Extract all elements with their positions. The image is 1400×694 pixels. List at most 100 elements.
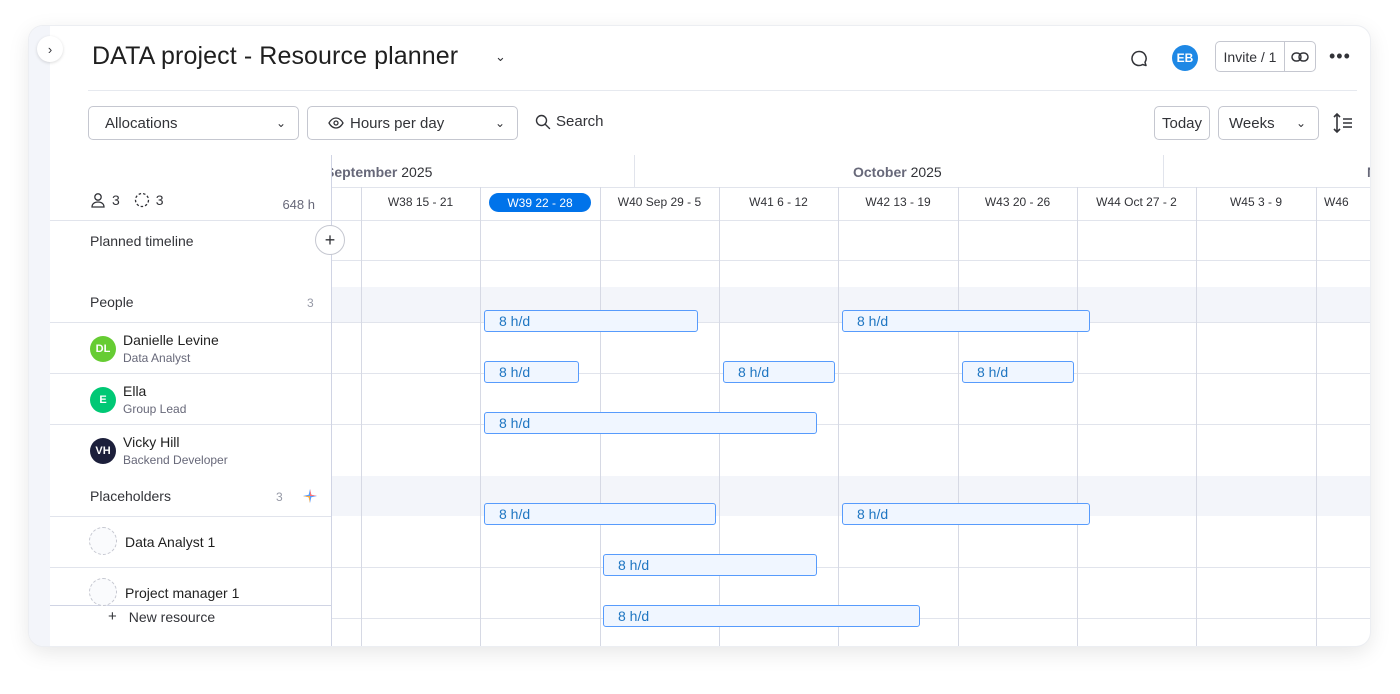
resource-counts: 3 3 — [90, 192, 164, 208]
chevron-down-icon: ⌄ — [494, 116, 505, 130]
chat-icon[interactable] — [1128, 48, 1150, 70]
month-year: 2025 — [910, 164, 942, 180]
search-icon — [535, 114, 551, 129]
placeholder-avatar — [89, 527, 117, 555]
sparkle-icon[interactable] — [302, 488, 318, 504]
invite-button[interactable]: Invite / 1 — [1216, 42, 1285, 71]
month-name: October — [853, 164, 907, 180]
invite-group: Invite / 1 — [1215, 41, 1316, 72]
month-divider — [1163, 155, 1164, 187]
resource-sidebar: 3 3 648 h Planned timeline People 3 DL D… — [50, 155, 332, 646]
group-count-people: 3 — [307, 296, 314, 310]
divider — [50, 605, 331, 606]
divider — [331, 567, 1370, 568]
today-button[interactable]: Today — [1154, 106, 1210, 140]
timeline: September 2025 October 2025 N W38 15 - 2… — [331, 155, 1370, 646]
allocation-bar[interactable]: 8 h/d — [842, 503, 1090, 525]
add-timeline-button[interactable]: + — [315, 225, 345, 255]
week-gridline — [361, 187, 362, 646]
week-label[interactable]: W40 Sep 29 - 5 — [600, 195, 719, 209]
copy-link-button[interactable] — [1285, 42, 1315, 71]
allocation-bar[interactable]: 8 h/d — [484, 412, 817, 434]
new-resource-label: New resource — [128, 608, 216, 625]
allocation-bar[interactable]: 8 h/d — [603, 554, 817, 576]
week-label[interactable]: W45 3 - 9 — [1196, 195, 1316, 209]
allocation-bar[interactable]: 8 h/d — [842, 310, 1090, 332]
app-window: › DATA project - Resource planner ⌄ EB I… — [29, 26, 1370, 646]
person-role: Group Lead — [123, 402, 187, 416]
plus-icon: + — [324, 229, 336, 250]
person-name[interactable]: Ella — [123, 383, 146, 399]
placeholder-name[interactable]: Data Analyst 1 — [125, 534, 215, 550]
header-divider — [88, 90, 1357, 91]
placeholder-name[interactable]: Project manager 1 — [125, 585, 239, 601]
week-label[interactable]: W42 13 - 19 — [838, 195, 958, 209]
week-gridline — [1077, 187, 1078, 646]
avatar: DL — [90, 336, 116, 362]
group-label-placeholders: Placeholders — [90, 488, 171, 504]
row-height-icon[interactable] — [1332, 111, 1354, 135]
chevron-down-icon[interactable]: ⌄ — [495, 49, 506, 65]
week-label[interactable]: W41 6 - 12 — [719, 195, 838, 209]
month-label: N — [1367, 164, 1370, 180]
people-count: 3 — [112, 192, 120, 208]
week-gridline — [1316, 187, 1317, 646]
divider — [331, 187, 1370, 188]
more-options-icon[interactable]: ••• — [1329, 46, 1351, 67]
hours-per-day-label: Hours per day — [350, 114, 445, 132]
search-button[interactable]: Search — [535, 113, 604, 130]
week-gridline — [958, 187, 959, 646]
placeholder-avatar — [89, 578, 117, 606]
expand-sidebar-button[interactable]: › — [37, 36, 63, 62]
month-label: October 2025 — [853, 164, 942, 180]
week-gridline — [480, 187, 481, 646]
chevron-right-icon: › — [47, 41, 53, 57]
planned-timeline-label: Planned timeline — [90, 233, 194, 249]
new-resource-button[interactable]: + New resource — [108, 608, 215, 625]
divider — [331, 260, 1370, 261]
month-label: September 2025 — [331, 164, 432, 180]
person-name[interactable]: Vicky Hill — [123, 434, 180, 450]
divider — [50, 516, 331, 517]
divider — [50, 424, 331, 425]
person-name[interactable]: Danielle Levine — [123, 332, 219, 348]
group-label-people: People — [90, 294, 134, 310]
eye-icon — [328, 117, 344, 129]
weeks-label: Weeks — [1229, 114, 1275, 132]
divider — [331, 220, 1370, 221]
divider — [50, 220, 331, 221]
week-gridline — [1196, 187, 1197, 646]
month-name: September — [331, 164, 398, 180]
week-label[interactable]: W38 15 - 21 — [361, 195, 480, 209]
avatar: VH — [90, 438, 116, 464]
placeholder-count: 3 — [155, 192, 164, 208]
person-role: Data Analyst — [123, 351, 191, 365]
total-hours: 648 h — [282, 197, 315, 212]
week-label[interactable]: W43 20 - 26 — [958, 195, 1077, 209]
week-label[interactable]: W46 — [1324, 195, 1370, 209]
placeholder-icon — [134, 192, 149, 208]
allocation-bar[interactable]: 8 h/d — [603, 605, 920, 627]
user-avatar[interactable]: EB — [1172, 45, 1198, 71]
person-icon — [91, 193, 105, 208]
week-label-current[interactable]: W39 22 - 28 — [489, 193, 591, 212]
chevron-down-icon: ⌄ — [275, 116, 286, 130]
weeks-dropdown[interactable]: Weeks ⌄ — [1218, 106, 1319, 140]
planner-grid: 3 3 648 h Planned timeline People 3 DL D… — [50, 155, 1370, 646]
person-role: Backend Developer — [123, 453, 228, 467]
allocation-bar[interactable]: 8 h/d — [723, 361, 835, 383]
left-panel-strip — [29, 26, 50, 646]
allocation-bar[interactable]: 8 h/d — [962, 361, 1074, 383]
week-label[interactable]: W44 Oct 27 - 2 — [1077, 195, 1196, 209]
plus-icon: + — [108, 608, 117, 625]
search-label: Search — [556, 113, 604, 130]
allocations-dropdown[interactable]: Allocations ⌄ — [88, 106, 299, 140]
hours-per-day-dropdown[interactable]: Hours per day ⌄ — [307, 106, 518, 140]
chevron-down-icon: ⌄ — [1295, 116, 1306, 130]
allocation-bar[interactable]: 8 h/d — [484, 310, 698, 332]
divider — [50, 567, 331, 568]
allocation-bar[interactable]: 8 h/d — [484, 361, 579, 383]
allocations-label: Allocations — [105, 114, 178, 132]
allocation-bar[interactable]: 8 h/d — [484, 503, 716, 525]
avatar: E — [90, 387, 116, 413]
